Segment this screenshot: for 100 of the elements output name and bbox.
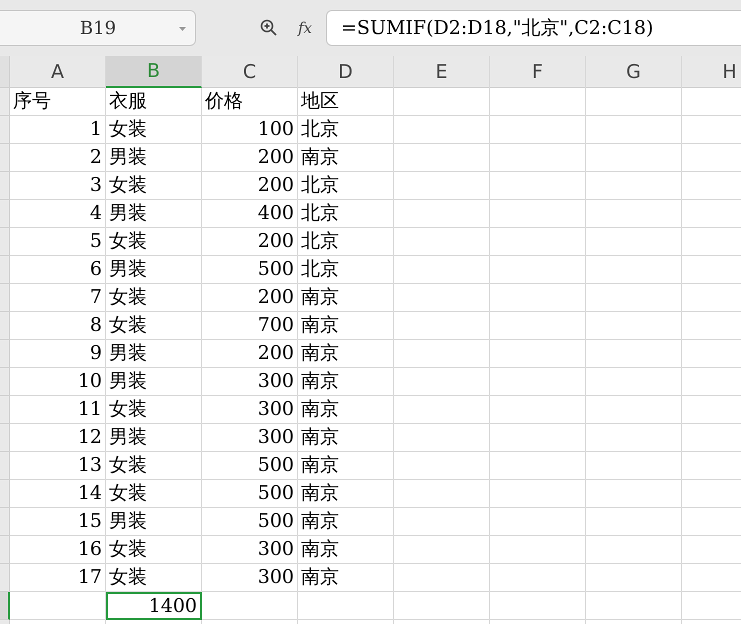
select-all-corner[interactable]	[0, 56, 10, 87]
table-cell: 14	[10, 480, 106, 508]
table-cell: 11	[10, 396, 106, 424]
table-cell: 4	[10, 200, 106, 228]
column-header[interactable]: E	[394, 56, 490, 88]
row-header[interactable]	[0, 312, 10, 340]
row-header[interactable]	[0, 228, 10, 256]
table-cell: 200	[202, 340, 298, 368]
result-cell[interactable]: 1400	[106, 592, 202, 620]
row-header[interactable]	[0, 172, 10, 200]
column-header[interactable]: F	[490, 56, 586, 88]
row-header[interactable]	[0, 200, 10, 228]
table-cell: 300	[202, 424, 298, 452]
table-cell: 17	[10, 564, 106, 592]
table-cell: 南京	[298, 340, 394, 368]
row-header[interactable]	[0, 284, 10, 312]
table-cell: 女装	[106, 116, 202, 144]
table-cell: 女装	[106, 536, 202, 564]
table-cell: 7	[10, 284, 106, 312]
table-cell: 南京	[298, 312, 394, 340]
table-cell: 南京	[298, 452, 394, 480]
table-cell: 女装	[106, 564, 202, 592]
table-cell: 女装	[106, 452, 202, 480]
row-header[interactable]	[0, 144, 10, 172]
row-header[interactable]	[0, 368, 10, 396]
column-header[interactable]: G	[586, 56, 682, 88]
table-cell: 女装	[106, 284, 202, 312]
table-cell: 9	[10, 340, 106, 368]
row-header[interactable]	[0, 452, 10, 480]
table-cell: 男装	[106, 424, 202, 452]
table-cell: 女装	[106, 312, 202, 340]
table-cell: 100	[202, 116, 298, 144]
table-cell: 200	[202, 144, 298, 172]
table-cell: 南京	[298, 144, 394, 172]
header-cell: 价格	[202, 88, 298, 116]
row-header[interactable]	[0, 256, 10, 284]
row-header[interactable]	[0, 88, 10, 116]
name-box[interactable]: B19	[0, 10, 196, 46]
table-cell: 400	[202, 200, 298, 228]
table-cell: 13	[10, 452, 106, 480]
table-cell: 200	[202, 172, 298, 200]
header-cell: 地区	[298, 88, 394, 116]
table-cell: 300	[202, 536, 298, 564]
table-cell: 500	[202, 508, 298, 536]
column-header[interactable]: D	[298, 56, 394, 88]
table-cell: 15	[10, 508, 106, 536]
table-cell: 男装	[106, 508, 202, 536]
table-cell: 3	[10, 172, 106, 200]
function-button[interactable]: fx	[298, 16, 312, 40]
table-cell: 北京	[298, 116, 394, 144]
row-header[interactable]	[0, 116, 10, 144]
row-header[interactable]	[0, 564, 10, 592]
table-cell: 1	[10, 116, 106, 144]
table-cell: 男装	[106, 200, 202, 228]
table-cell: 男装	[106, 144, 202, 172]
table-cell: 10	[10, 368, 106, 396]
table-cell: 6	[10, 256, 106, 284]
table-cell: 700	[202, 312, 298, 340]
column-header[interactable]: H	[682, 56, 741, 88]
table-cell: 男装	[106, 368, 202, 396]
table-cell: 女装	[106, 172, 202, 200]
table-cell: 12	[10, 424, 106, 452]
table-cell: 300	[202, 396, 298, 424]
table-cell: 2	[10, 144, 106, 172]
table-cell: 男装	[106, 340, 202, 368]
table-cell: 南京	[298, 480, 394, 508]
table-cell: 南京	[298, 368, 394, 396]
header-cell: 序号	[10, 88, 106, 116]
table-cell: 北京	[298, 228, 394, 256]
table-cell: 200	[202, 284, 298, 312]
table-cell: 200	[202, 228, 298, 256]
zoom-icon[interactable]	[260, 19, 278, 37]
table-cell: 南京	[298, 564, 394, 592]
table-cell: 南京	[298, 536, 394, 564]
row-header[interactable]	[0, 592, 10, 620]
table-cell: 南京	[298, 508, 394, 536]
table-cell: 8	[10, 312, 106, 340]
table-cell: 南京	[298, 284, 394, 312]
row-header[interactable]	[0, 396, 10, 424]
row-header[interactable]	[0, 340, 10, 368]
table-cell: 北京	[298, 200, 394, 228]
table-cell: 5	[10, 228, 106, 256]
table-cell: 16	[10, 536, 106, 564]
table-cell: 女装	[106, 396, 202, 424]
row-header[interactable]	[0, 480, 10, 508]
column-header[interactable]: C	[202, 56, 298, 88]
row-header[interactable]	[0, 536, 10, 564]
row-header[interactable]	[0, 508, 10, 536]
header-cell: 衣服	[106, 88, 202, 116]
table-cell: 女装	[106, 480, 202, 508]
formula-field[interactable]: =SUMIF(D2:D18,"北京",C2:C18)	[326, 10, 741, 46]
table-cell: 300	[202, 368, 298, 396]
table-cell: 500	[202, 452, 298, 480]
table-cell: 男装	[106, 256, 202, 284]
table-cell: 300	[202, 564, 298, 592]
row-header[interactable]	[0, 424, 10, 452]
caret-icon	[179, 27, 186, 31]
table-cell: 南京	[298, 424, 394, 452]
table-cell: 北京	[298, 256, 394, 284]
table-cell: 北京	[298, 172, 394, 200]
